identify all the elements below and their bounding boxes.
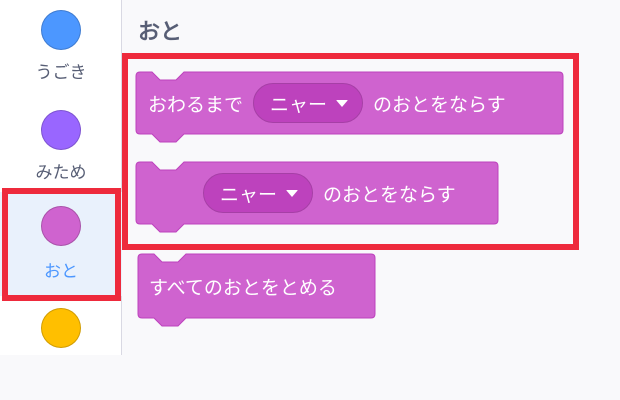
sound-dropdown-value: ニャー xyxy=(220,183,278,206)
category-motion-label: うごき xyxy=(35,63,87,83)
category-sound[interactable]: おと xyxy=(0,192,122,296)
category-looks-label: みため xyxy=(35,163,87,183)
category-menu: うごき みため おと xyxy=(0,0,122,355)
palette-section-title: おと xyxy=(138,20,183,45)
category-sound-label: おと xyxy=(44,262,78,282)
sound-dropdown[interactable]: ニャー xyxy=(203,173,314,213)
chevron-down-icon xyxy=(286,189,299,197)
category-motion[interactable]: うごき xyxy=(0,0,122,100)
events-category-icon xyxy=(41,308,81,348)
motion-category-icon xyxy=(41,10,81,50)
chevron-down-icon xyxy=(336,99,349,107)
play-until-done-suffix-text: のおとをならす xyxy=(373,93,506,116)
category-events[interactable] xyxy=(0,300,122,400)
stop-all-sounds-text: すべてのおとをとめる xyxy=(149,276,337,299)
play-until-done-prefix-text: おわるまで xyxy=(148,93,244,116)
sound-category-icon xyxy=(41,206,81,246)
sound-dropdown[interactable]: ニャー xyxy=(253,83,364,123)
category-looks[interactable]: みため xyxy=(0,100,122,200)
start-sound-suffix-text: のおとをならす xyxy=(323,183,456,206)
sound-dropdown-value: ニャー xyxy=(270,93,328,116)
looks-category-icon xyxy=(41,110,81,150)
